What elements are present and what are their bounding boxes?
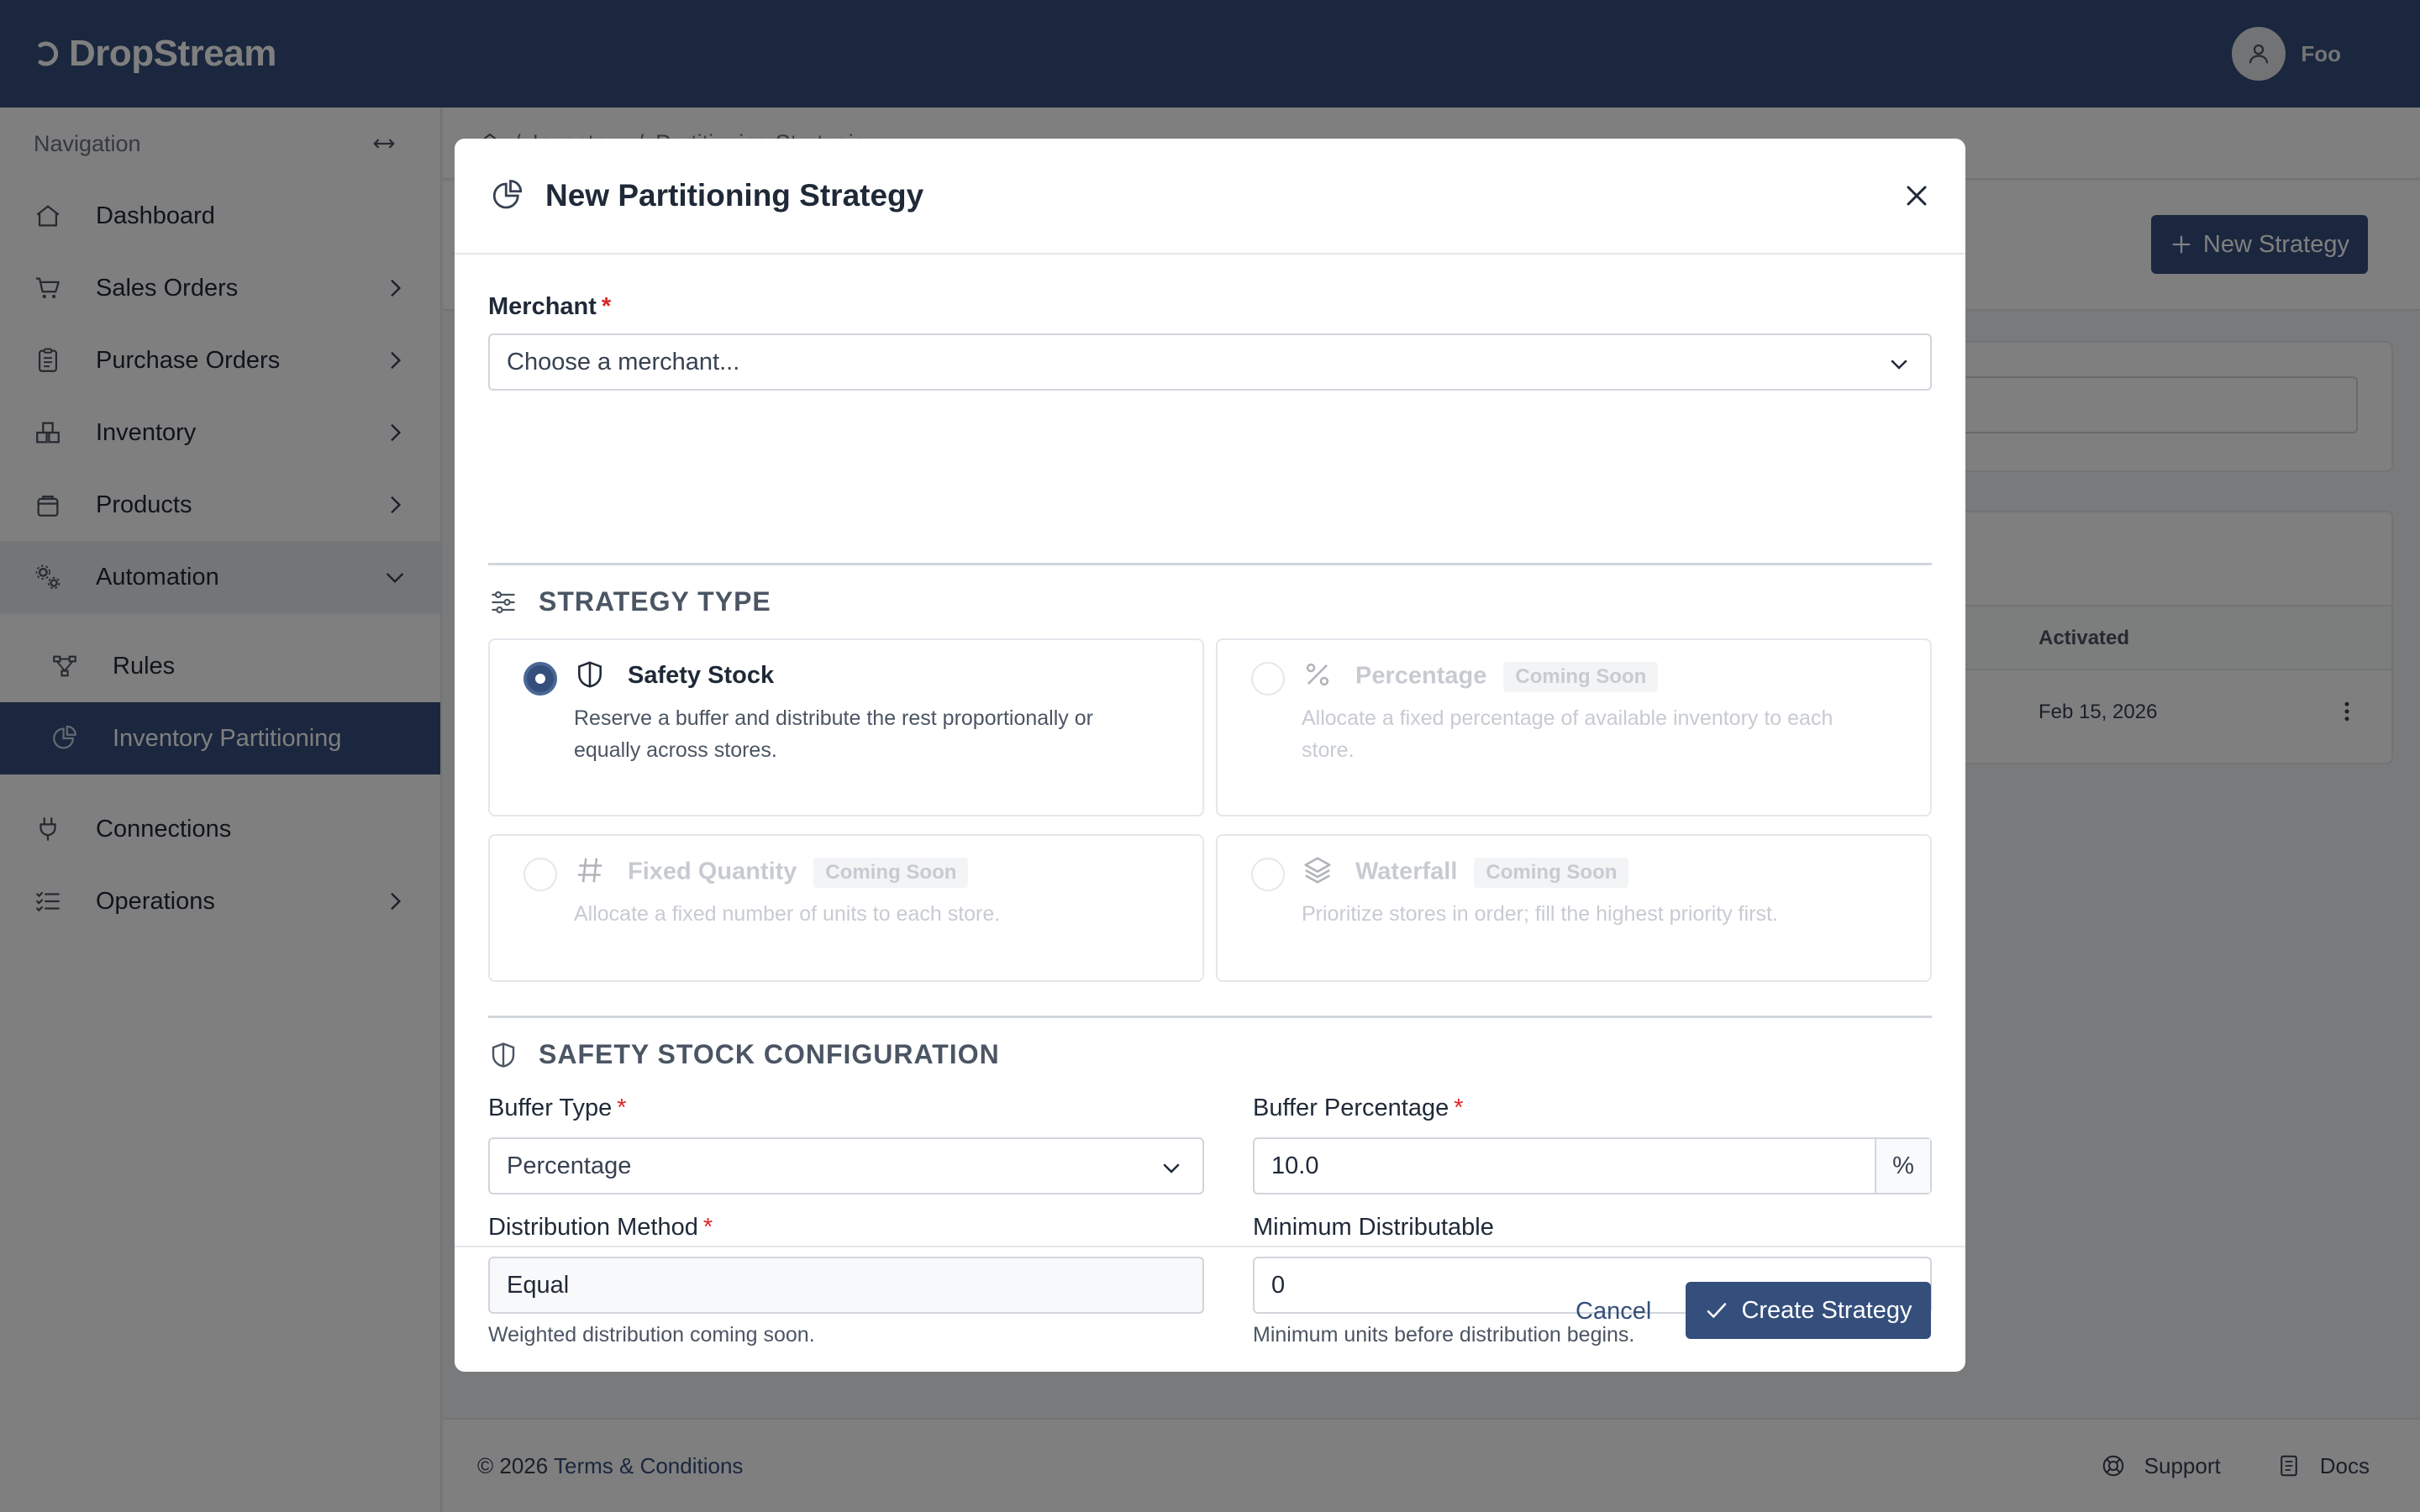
strategy-description: Prioritize stores in order; fill the hig… [1302, 902, 1778, 926]
cancel-button[interactable]: Cancel [1576, 1298, 1651, 1326]
strategy-description: Allocate a fixed percentage of available… [1302, 706, 1833, 762]
close-icon[interactable] [1900, 179, 1933, 213]
buffer-percentage-label: Buffer Percentage * [1253, 1095, 1464, 1121]
strategy-title: Safety Stock [628, 662, 775, 689]
safety-stock-config-heading: SAFETY STOCK CONFIGURATION [488, 1039, 1000, 1070]
buffer-type-value: Percentage [507, 1152, 632, 1179]
modal-footer: Cancel Create Strategy [455, 1246, 1965, 1372]
shield-icon [578, 661, 602, 688]
merchant-placeholder: Choose a merchant... [507, 348, 740, 375]
divider [488, 1016, 1932, 1018]
strategy-description: Reserve a buffer and distribute the rest… [574, 706, 1093, 762]
check-icon [1707, 1303, 1727, 1318]
layers-icon [1304, 857, 1331, 884]
merchant-label: Merchant * [488, 293, 612, 320]
strategy-description: Allocate a fixed number of units to each… [574, 902, 1001, 926]
radio-fixed-quantity [523, 858, 557, 891]
radio-percentage [1251, 662, 1285, 696]
minimum-distributable-label: Minimum Distributable [1253, 1214, 1494, 1241]
strategy-type-title: STRATEGY TYPE [539, 586, 771, 617]
radio-waterfall [1251, 858, 1285, 891]
create-strategy-label: Create Strategy [1741, 1296, 1912, 1324]
merchant-select[interactable]: Choose a merchant... [488, 333, 1932, 391]
sliders-icon [492, 591, 515, 613]
strategy-card-fixed-quantity: Fixed Quantity Coming Soon Allocate a fix… [488, 834, 1204, 982]
strategy-title-row: Waterfall Coming Soon [1355, 858, 1629, 888]
strategy-title-row: Percentage Coming Soon [1355, 662, 1659, 692]
strategy-title-row: Fixed Quantity Coming Soon [628, 858, 969, 888]
coming-soon-badge: Coming Soon [1474, 858, 1629, 888]
percent-suffix: % [1875, 1139, 1930, 1193]
percent-icon [1306, 663, 1329, 686]
buffer-type-label: Buffer Type * [488, 1095, 627, 1121]
modal-header: New Partitioning Strategy [455, 139, 1965, 255]
coming-soon-badge: Coming Soon [813, 858, 969, 888]
strategy-card-percentage: Percentage Coming Soon Allocate a fixed p… [1216, 638, 1932, 816]
distribution-method-label: Distribution Method * [488, 1214, 713, 1241]
strategy-card-safety-stock[interactable]: Safety Stock Reserve a buffer and distri… [488, 638, 1204, 816]
buffer-type-select[interactable]: Percentage [488, 1137, 1204, 1194]
modal-title: New Partitioning Strategy [545, 178, 924, 213]
buffer-percentage-value: 10.0 [1271, 1152, 1319, 1179]
strategy-card-waterfall: Waterfall Coming Soon Prioritize stores i… [1216, 834, 1932, 982]
buffer-percentage-input[interactable]: 10.0 % [1253, 1137, 1932, 1194]
create-strategy-button[interactable]: Create Strategy [1686, 1282, 1931, 1339]
radio-safety-stock[interactable] [523, 662, 557, 696]
coming-soon-badge: Coming Soon [1503, 662, 1659, 692]
divider [488, 563, 1932, 565]
safety-stock-config-title: SAFETY STOCK CONFIGURATION [539, 1039, 1000, 1069]
pie-chart-icon [492, 180, 523, 209]
new-strategy-modal: New Partitioning Strategy Merchant * Choo… [455, 139, 1965, 1372]
strategy-type-heading: STRATEGY TYPE [488, 586, 771, 617]
hash-icon [577, 858, 602, 883]
shield-icon [492, 1042, 515, 1068]
chevron-down-icon [1891, 360, 1907, 370]
chevron-down-icon [1163, 1163, 1180, 1173]
